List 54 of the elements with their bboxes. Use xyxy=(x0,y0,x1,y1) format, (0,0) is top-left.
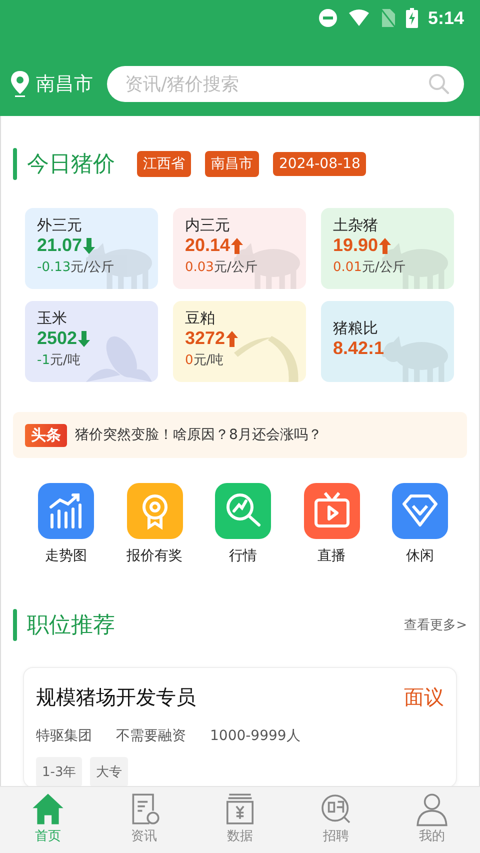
company-name: 特驱集团 xyxy=(36,727,92,745)
price-value: 20.14 xyxy=(185,235,230,256)
shortcut-item[interactable]: 走势图 xyxy=(33,483,99,565)
status-time: 5:14 xyxy=(428,8,464,28)
company-size: 1000-9999人 xyxy=(210,727,300,745)
search-icon[interactable] xyxy=(428,73,450,95)
shortcut-item[interactable]: 行情 xyxy=(210,483,276,565)
section-title: 今日猪价 xyxy=(27,151,115,179)
price-name: 豆粕 xyxy=(185,309,216,328)
price-change: 0.03元/公斤 xyxy=(185,259,258,276)
price-name: 玉米 xyxy=(37,309,68,328)
funding-stage: 不需要融资 xyxy=(116,727,186,745)
job-tag: 1-3年 xyxy=(36,757,82,786)
shortcut-item[interactable]: 休闲 xyxy=(387,483,453,565)
price-name: 土杂猪 xyxy=(333,216,379,235)
price-name: 外三元 xyxy=(37,216,83,235)
price-change: 0.01元/公斤 xyxy=(333,259,406,276)
price-card[interactable]: 豆粕 3272 0元/吨 xyxy=(173,301,306,382)
price-change: 0元/吨 xyxy=(185,352,225,369)
price-card[interactable]: 内三元 20.14 0.03元/公斤 xyxy=(173,208,306,289)
price-name: 猪粮比 xyxy=(333,319,379,338)
price-value: 8.42:1 xyxy=(333,338,384,359)
battery-icon xyxy=(406,8,418,28)
dnd-icon xyxy=(318,8,338,28)
price-value: 2502 xyxy=(37,328,78,349)
job-title: 规模猪场开发专员 xyxy=(36,684,196,711)
user-icon xyxy=(414,791,450,827)
price-change: -0.13元/公斤 xyxy=(37,259,116,276)
price-value: 3272 xyxy=(185,328,226,349)
job-salary: 面议 xyxy=(404,684,444,711)
headline-banner[interactable]: 头条 猪价突然变脸！啥原因？8月还会涨吗？ xyxy=(13,412,467,458)
section-title: 职位推荐 xyxy=(27,612,115,640)
no-sim-icon xyxy=(380,8,396,28)
price-value: 19.90 xyxy=(333,235,378,256)
wifi-icon xyxy=(348,9,370,27)
price-name: 内三元 xyxy=(185,216,231,235)
region-tag[interactable]: 南昌市 xyxy=(205,151,259,177)
price-change: -1元/吨 xyxy=(37,352,82,369)
price-card[interactable]: 玉米 2502 -1元/吨 xyxy=(25,301,158,382)
price-card[interactable]: 土杂猪 19.90 0.01元/公斤 xyxy=(321,208,454,289)
location-pin-icon xyxy=(10,70,30,98)
region-tag[interactable]: 江西省 xyxy=(137,151,191,177)
home-icon xyxy=(30,791,66,827)
region-tag[interactable]: 2024-08-18 xyxy=(273,152,366,176)
job-tag: 大专 xyxy=(90,757,128,786)
price-card[interactable]: 猪粮比 8.42:1 xyxy=(321,301,454,382)
see-more-link[interactable]: 查看更多> xyxy=(404,616,467,634)
shortcut-item[interactable]: 直播 xyxy=(298,483,364,565)
price-card[interactable]: 外三元 21.07 -0.13元/公斤 xyxy=(25,208,158,289)
search-field[interactable]: 资讯/猪价搜索 xyxy=(107,66,464,102)
price-value: 21.07 xyxy=(37,235,82,256)
headline-badge: 头条 xyxy=(25,424,67,446)
shortcut-item[interactable]: 报价有奖 xyxy=(122,483,188,565)
headline-text: 猪价突然变脸！啥原因？8月还会涨吗？ xyxy=(75,426,322,444)
